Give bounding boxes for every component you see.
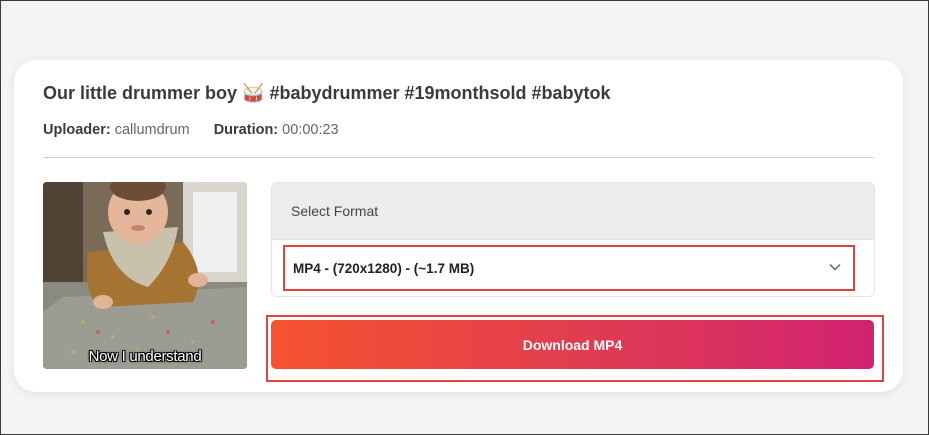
format-select-value: MP4 - (720x1280) - (~1.7 MB)	[293, 261, 475, 276]
chevron-down-icon	[829, 263, 841, 271]
format-heading: Select Format	[272, 183, 874, 240]
video-card: Our little drummer boy 🥁 #babydrummer #1…	[14, 60, 903, 392]
duration-label: Duration:	[213, 122, 279, 138]
video-title: Our little drummer boy 🥁 #babydrummer #1…	[43, 83, 611, 103]
divider	[43, 157, 874, 158]
thumbnail-image	[43, 182, 247, 369]
uploader-label: Uploader:	[43, 122, 111, 138]
thumbnail-caption: Now I understand	[88, 348, 202, 365]
video-meta: Uploader: callumdrum Duration: 00:00:23	[43, 122, 339, 138]
uploader-name: callumdrum	[114, 122, 190, 138]
format-panel: Select Format MP4 - (720x1280) - (~1.7 M…	[271, 182, 875, 297]
video-thumbnail: Now I understand	[43, 182, 247, 369]
duration-value: 00:00:23	[282, 122, 339, 138]
format-select[interactable]: MP4 - (720x1280) - (~1.7 MB)	[283, 245, 855, 291]
download-button[interactable]: Download MP4	[271, 320, 874, 369]
